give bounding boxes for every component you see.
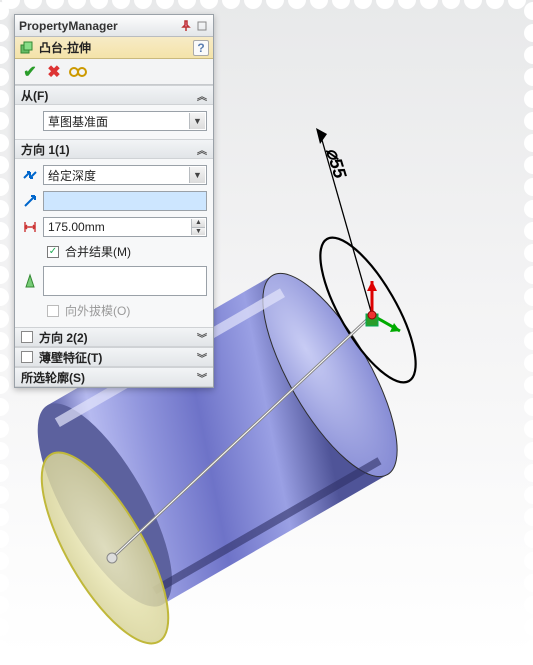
pushpin-icon[interactable]	[179, 19, 193, 33]
depth-spinner[interactable]: 175.00mm ▲ ▼	[43, 217, 207, 237]
section-from-label: 从(F)	[21, 87, 48, 104]
section-from-body: 草图基准面 ▼	[15, 105, 213, 139]
spin-up-icon[interactable]: ▲	[191, 219, 205, 227]
direction-reference-input[interactable]	[43, 191, 207, 211]
svg-text:⌀55: ⌀55	[322, 145, 350, 181]
section-thin-label: 薄壁特征(T)	[39, 349, 102, 366]
help-button[interactable]: ?	[193, 40, 209, 56]
panel-titlebar[interactable]: PropertyManager	[15, 15, 213, 37]
property-manager-panel: PropertyManager 凸台-拉伸 ? ✔ ✖ 从(F) ︽ 草图基准面…	[14, 14, 214, 388]
section-dir2-label: 方向 2(2)	[39, 329, 88, 346]
draft-outward-checkbox: 向外拔模(O)	[21, 302, 207, 319]
panel-menu-icon[interactable]	[195, 19, 209, 33]
collapse-icon: ︽	[197, 88, 207, 103]
section-dir1-header[interactable]: 方向 1(1) ︽	[15, 139, 213, 159]
section-dir1-body: 给定深度 ▼ 175.00mm ▲ ▼ ✓ 合并结果(M)	[15, 159, 213, 327]
feature-name: 凸台-拉伸	[39, 39, 193, 56]
draft-icon[interactable]	[21, 272, 39, 290]
collapse-icon: ︽	[197, 142, 207, 157]
merge-result-checkbox[interactable]: ✓ 合并结果(M)	[21, 243, 207, 260]
reverse-direction-icon[interactable]	[21, 166, 39, 184]
spin-down-icon[interactable]: ▼	[191, 227, 205, 236]
expand-icon: ︾	[197, 370, 207, 385]
command-row: ✔ ✖	[15, 59, 213, 85]
cancel-button[interactable]: ✖	[45, 63, 63, 81]
from-plane-combo[interactable]: 草图基准面 ▼	[43, 111, 207, 131]
section-from-header[interactable]: 从(F) ︽	[15, 85, 213, 105]
section-dir1-label: 方向 1(1)	[21, 141, 70, 158]
section-contours-header[interactable]: 所选轮廓(S) ︾	[15, 367, 213, 387]
end-condition-combo[interactable]: 给定深度 ▼	[43, 165, 207, 185]
section-contours-label: 所选轮廓(S)	[21, 369, 85, 386]
extrude-icon	[19, 40, 35, 56]
expand-icon: ︾	[197, 330, 207, 345]
detailed-preview-button[interactable]	[69, 63, 87, 81]
thin-enable-checkbox[interactable]	[21, 351, 33, 363]
panel-title: PropertyManager	[19, 19, 177, 33]
chevron-down-icon[interactable]: ▼	[189, 167, 205, 183]
expand-icon: ︾	[197, 350, 207, 365]
direction-vector-icon[interactable]	[21, 192, 39, 210]
dir2-enable-checkbox[interactable]	[21, 331, 33, 343]
draft-angle-input[interactable]	[43, 266, 207, 296]
feature-header: 凸台-拉伸 ?	[15, 37, 213, 59]
section-thin-header[interactable]: 薄壁特征(T) ︾	[15, 347, 213, 367]
chevron-down-icon[interactable]: ▼	[189, 113, 205, 129]
ok-button[interactable]: ✔	[21, 63, 39, 81]
depth-icon	[21, 218, 39, 236]
section-dir2-header[interactable]: 方向 2(2) ︾	[15, 327, 213, 347]
